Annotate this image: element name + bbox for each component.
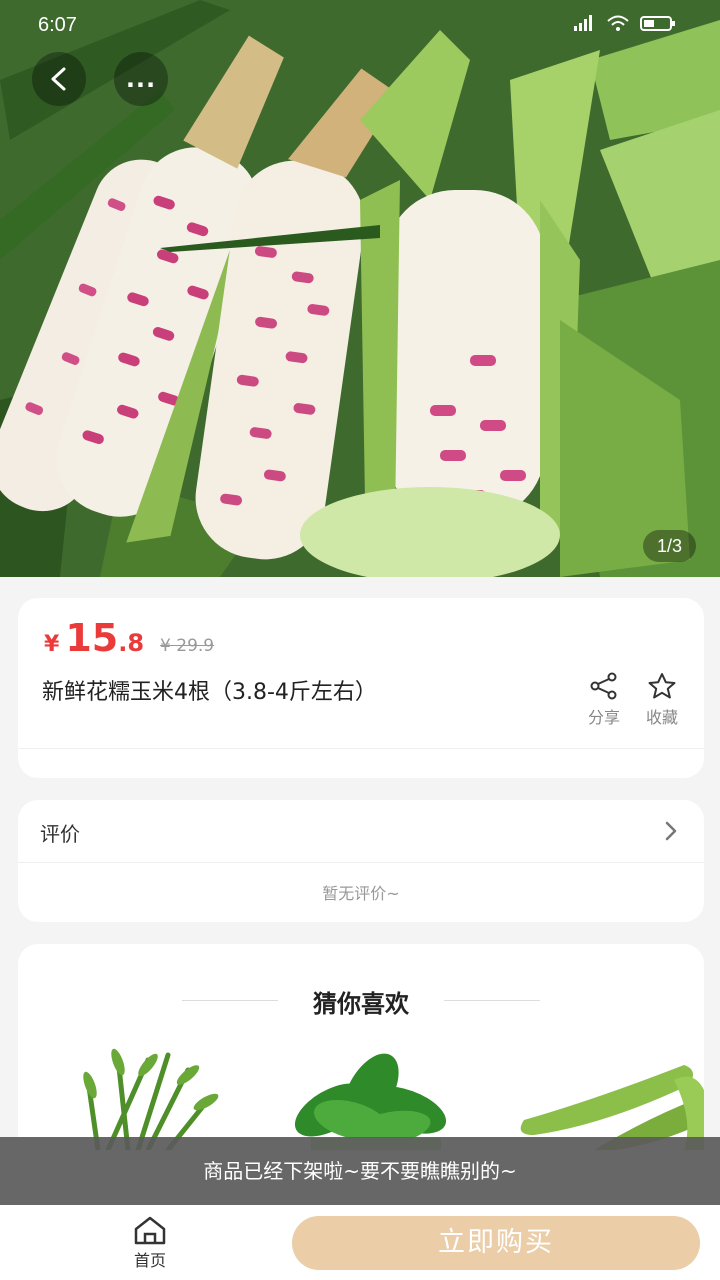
price-decimal: .8 — [118, 629, 145, 657]
product-thumbnail — [294, 1053, 447, 1150]
recommend-title: 猜你喜欢 — [313, 990, 409, 1018]
product-image-gallery[interactable]: 6:07 ... 1/3 — [0, 0, 720, 577]
toast-message: 商品已经下架啦~要不要瞧瞧别的~ — [0, 1137, 720, 1205]
signal-icon — [574, 15, 592, 31]
product-thumbnail — [83, 1048, 219, 1150]
divider — [18, 862, 704, 863]
status-time: 6:07 — [38, 14, 77, 36]
share-label: 分享 — [587, 708, 620, 727]
status-icons — [572, 14, 676, 32]
chevron-left-icon — [51, 67, 66, 91]
original-price: ¥ 29.9 — [160, 636, 215, 656]
recommend-item-spinach[interactable] — [261, 1040, 461, 1150]
product-photo — [0, 0, 720, 577]
star-icon — [648, 673, 676, 699]
share-icon — [590, 672, 617, 700]
status-bar: 6:07 — [0, 0, 720, 52]
recommend-item-water-spinach[interactable] — [38, 1040, 238, 1150]
review-empty-text: 暂无评价~ — [322, 884, 400, 903]
favorite-button[interactable]: 收藏 — [632, 672, 692, 728]
back-button[interactable] — [32, 52, 86, 106]
bottom-action-bar: 首页 立即购买 — [0, 1205, 720, 1280]
buy-now-button[interactable]: 立即购买 — [292, 1216, 700, 1270]
product-info-card: ¥ 15 .8 ¥ 29.9 新鲜花糯玉米4根（3.8-4斤左右） 分享 收藏 — [18, 598, 704, 778]
image-counter: 1/3 — [642, 530, 696, 562]
price-integer: 15 — [65, 616, 119, 660]
wifi-icon — [607, 15, 629, 31]
review-header[interactable]: 评价 — [40, 818, 80, 847]
home-tab[interactable]: 首页 — [118, 1215, 182, 1271]
home-label: 首页 — [133, 1251, 166, 1270]
more-icon: ... — [125, 65, 157, 93]
review-card: 评价 暂无评价~ — [18, 800, 704, 922]
price: ¥ 15 .8 ¥ 29.9 — [44, 616, 214, 660]
product-thumbnail — [520, 1065, 704, 1150]
home-icon — [134, 1216, 166, 1245]
chevron-right-icon[interactable] — [664, 820, 678, 842]
divider — [444, 1000, 540, 1001]
more-button[interactable]: ... — [114, 52, 168, 106]
favorite-label: 收藏 — [645, 708, 678, 727]
recommend-item-broad-beans[interactable] — [504, 1040, 704, 1150]
share-button[interactable]: 分享 — [574, 672, 634, 728]
price-currency: ¥ — [44, 632, 60, 657]
divider — [18, 748, 704, 749]
battery-icon — [640, 16, 675, 31]
product-title: 新鲜花糯玉米4根（3.8-4斤左右） — [42, 680, 377, 705]
